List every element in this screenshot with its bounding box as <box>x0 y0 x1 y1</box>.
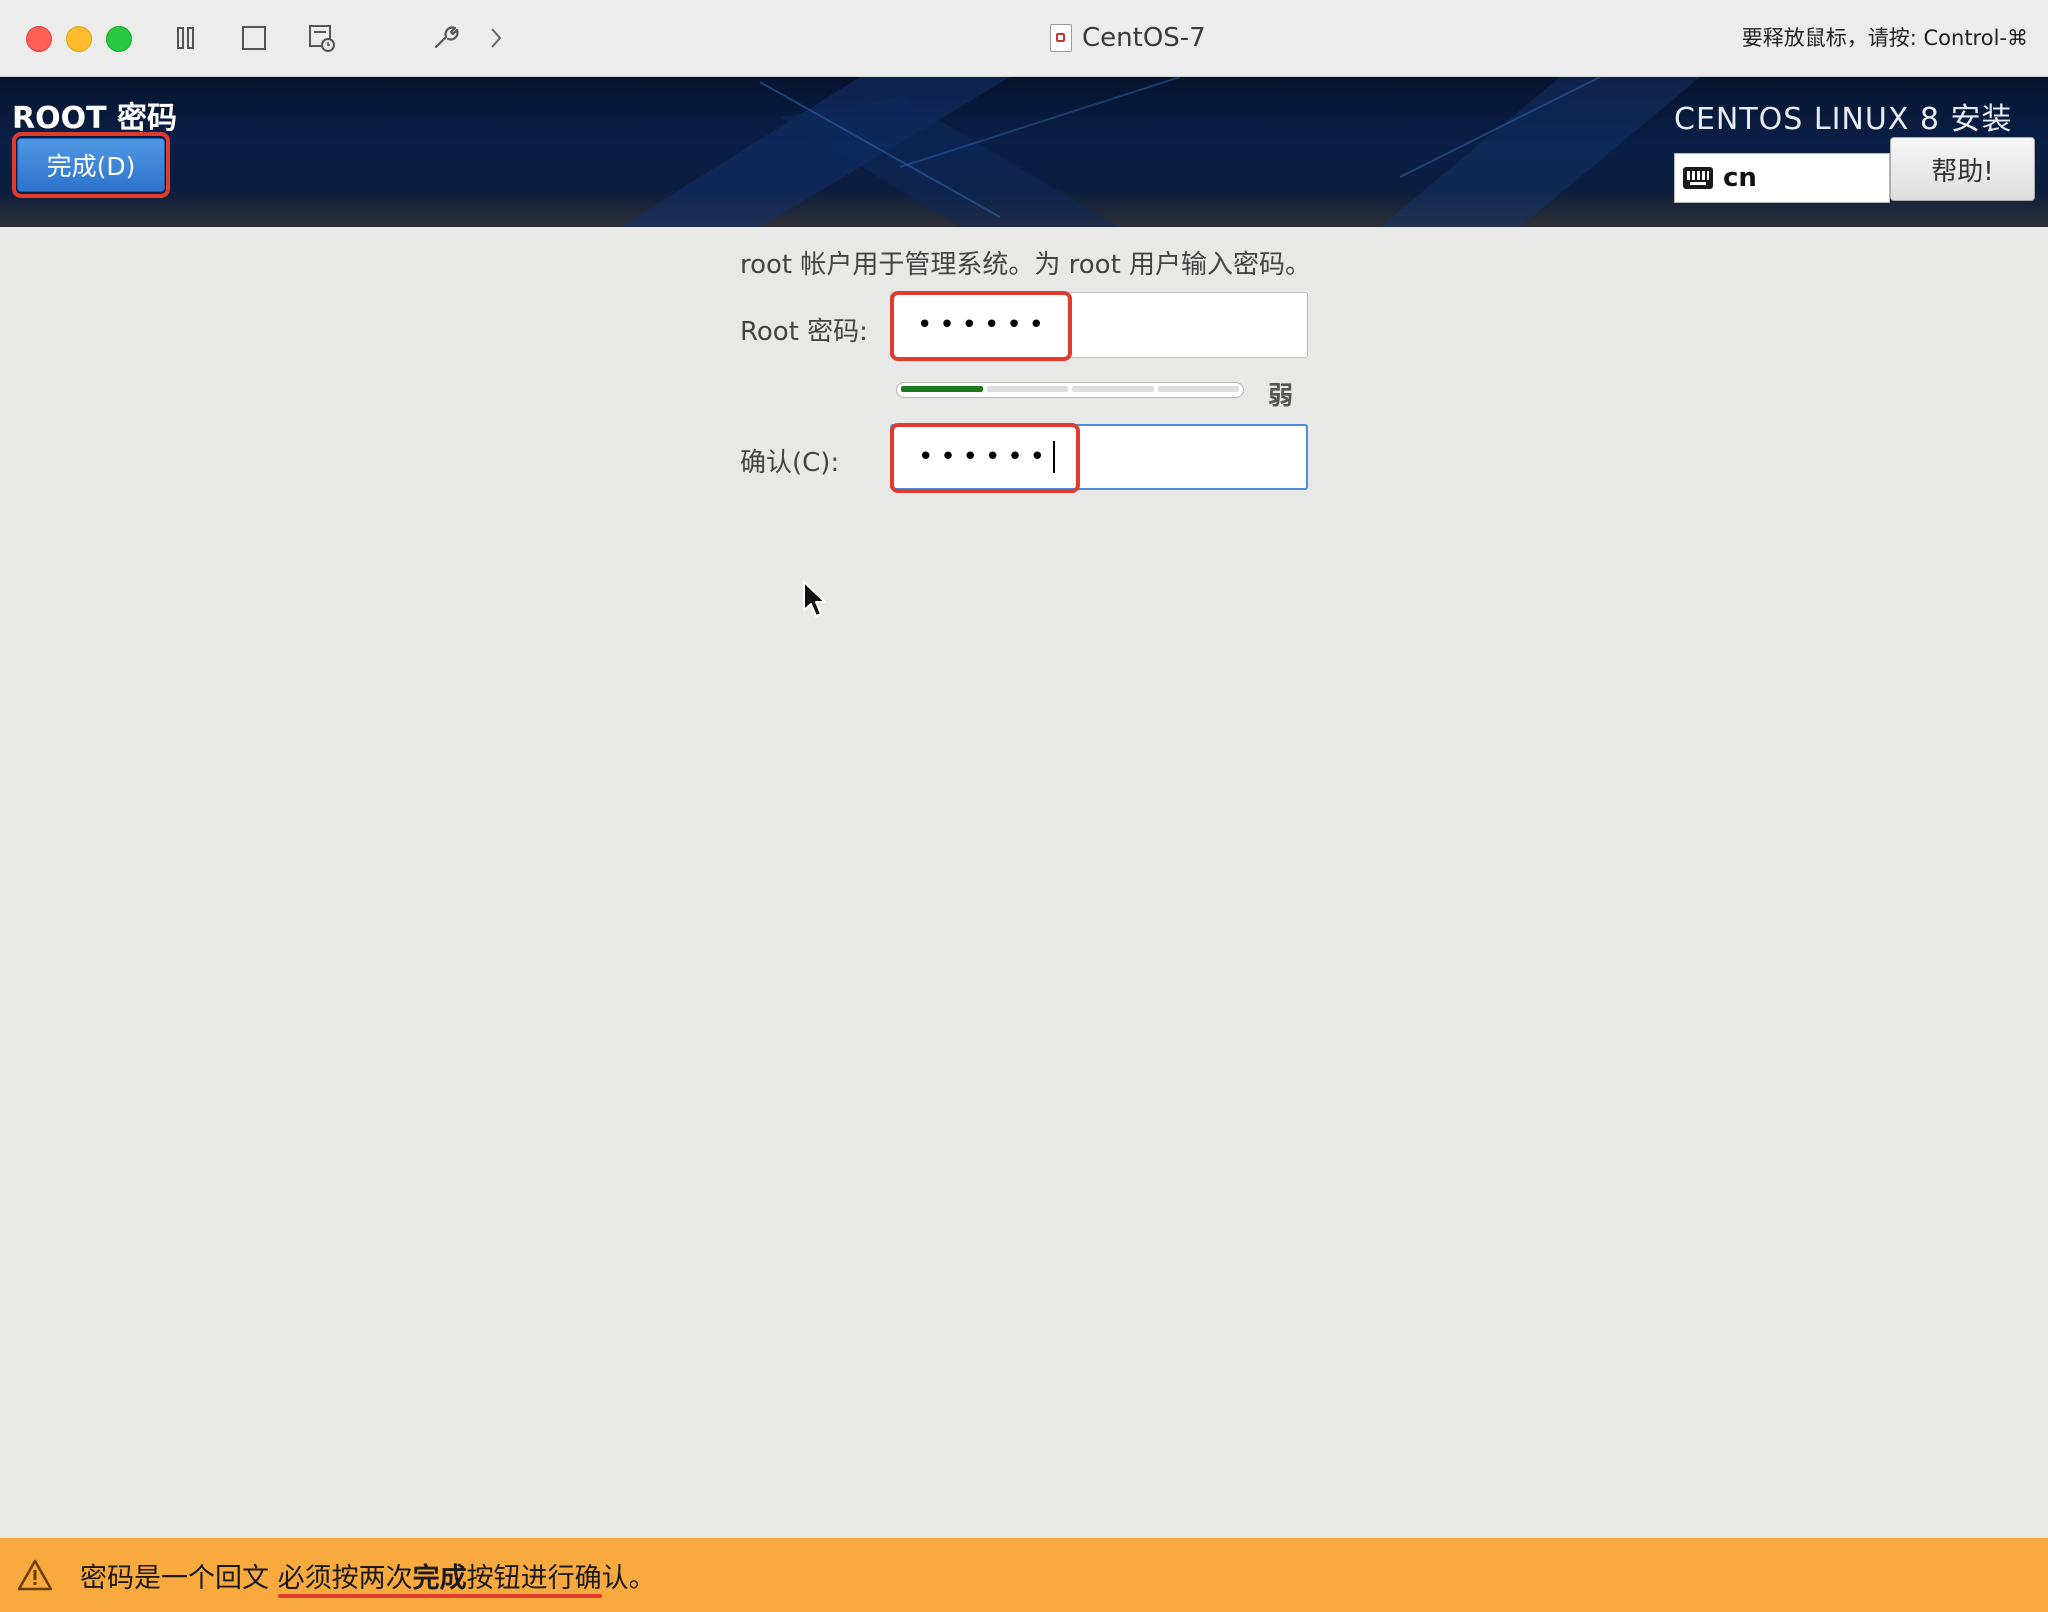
done-button-highlight <box>12 132 170 198</box>
help-button[interactable]: 帮助! <box>1890 137 2035 201</box>
warning-text-tail: 按钮进行确认。 <box>466 1562 656 1594</box>
forward-icon[interactable] <box>480 22 512 54</box>
mouse-pointer-icon <box>802 580 828 624</box>
warning-icon <box>16 1558 54 1592</box>
stop-icon[interactable] <box>238 22 270 54</box>
snapshot-icon[interactable] <box>306 22 338 54</box>
settings-wrench-icon[interactable] <box>429 22 461 54</box>
warning-message: 密码是一个回文 必须按两次完成按钮进行确认。 <box>80 1556 656 1595</box>
password-strength-bar <box>896 382 1244 398</box>
window-titlebar: CentOS-7 要释放鼠标，请按: Control-⌘ <box>0 0 2048 77</box>
spoke-title: ROOT 密码 <box>12 101 178 136</box>
close-window-button[interactable] <box>26 26 52 52</box>
warning-text-plain: 密码是一个回文 必须按两次 <box>80 1562 413 1594</box>
window-title: CentOS-7 <box>1050 20 1206 56</box>
strength-segment <box>1072 386 1154 392</box>
window-title-text: CentOS-7 <box>1082 23 1206 53</box>
warning-bar: 密码是一个回文 必须按两次完成按钮进行确认。 <box>0 1538 2048 1612</box>
product-title: CENTOS LINUX 8 安装 <box>1674 102 2013 137</box>
warning-text-bold: 完成 <box>412 1562 467 1594</box>
mouse-release-hint: 要释放鼠标，请按: Control-⌘ <box>1741 26 2028 50</box>
root-password-highlight <box>890 291 1072 361</box>
confirm-password-highlight <box>890 423 1080 493</box>
warning-annotation-underline <box>278 1594 602 1598</box>
pause-icon[interactable] <box>170 22 202 54</box>
document-icon <box>1050 24 1072 52</box>
zoom-window-button[interactable] <box>106 26 132 52</box>
strength-segment <box>901 386 983 392</box>
confirm-password-label: 确认(C): <box>740 448 840 478</box>
strength-segment <box>986 386 1068 392</box>
strength-segment <box>1157 386 1239 392</box>
root-password-label: Root 密码: <box>740 317 868 347</box>
minimize-window-button[interactable] <box>66 26 92 52</box>
keyboard-icon <box>1683 167 1713 189</box>
password-strength-label: 弱 <box>1268 381 1294 410</box>
root-account-description: root 帐户用于管理系统。为 root 用户输入密码。 <box>740 250 1312 280</box>
keyboard-layout-indicator[interactable]: cn <box>1674 153 1890 203</box>
keyboard-layout-label: cn <box>1723 163 1757 193</box>
installer-header: ROOT 密码 完成(D) CENTOS LINUX 8 安装 cn 帮助! <box>0 77 2048 227</box>
